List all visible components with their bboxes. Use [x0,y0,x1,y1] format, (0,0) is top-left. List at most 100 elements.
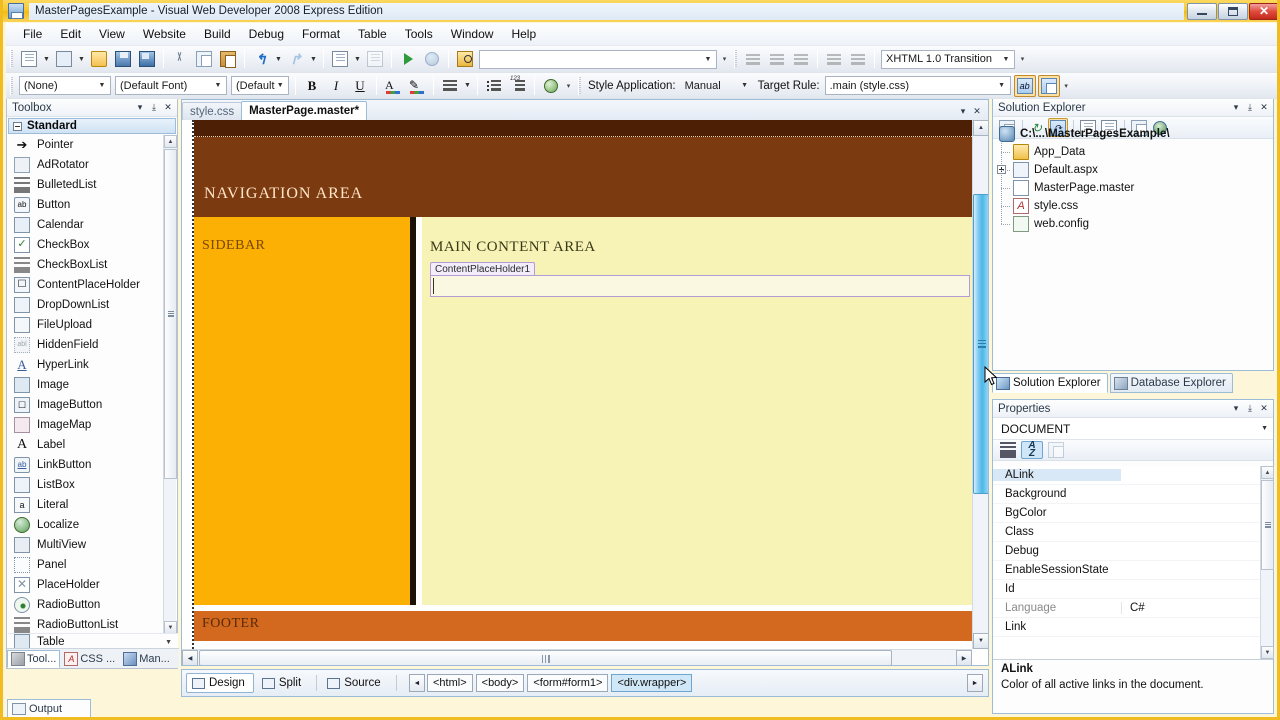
dock-tab-toolbox[interactable]: Tool... [7,650,61,668]
collapse-icon[interactable] [13,121,22,131]
scroll-right-icon[interactable]: ▶ [956,650,972,665]
menu-debug[interactable]: Debug [240,24,293,44]
add-new-item-caret-icon[interactable]: ▼ [76,48,87,70]
scroll-up-icon[interactable]: ▲ [1261,466,1274,479]
toolbox-item-hyperlink[interactable]: A HyperLink [8,355,166,375]
property-row-class[interactable]: Class [993,523,1273,542]
align-caret-icon[interactable]: ▼ [462,75,473,97]
formatting-toolbar-overflow[interactable]: ▾ [563,75,574,97]
toolbox-item-hiddenfield[interactable]: abl HiddenField [8,335,166,355]
toolbox-item-multiview[interactable]: MultiView [8,535,166,555]
standard-toolbar-overflow[interactable]: ▾ [719,48,730,70]
dock-tab-solution-explorer[interactable]: Solution Explorer [992,373,1108,393]
format-toolbar-grip[interactable] [734,50,737,68]
find-combo[interactable]: ▼ [479,49,717,69]
menu-view[interactable]: View [90,24,134,44]
toolbox-item-label[interactable]: A Label [8,435,166,455]
dock-tab-css-properties[interactable]: A CSS ... [60,650,119,668]
scroll-up-icon[interactable]: ▲ [164,135,177,148]
design-surface[interactable]: NAVIGATION AREA SIDEBAR MAIN CONTENT ARE… [182,120,988,665]
toolbox-item-bulletedlist[interactable]: BulletedList [8,175,166,195]
document-tab-style-css[interactable]: style.css [182,102,243,120]
sidebar-area-block[interactable]: SIDEBAR [194,217,416,605]
property-row-id[interactable]: Id [993,580,1273,599]
toolbox-item-panel[interactable]: Panel [8,555,166,575]
close-icon[interactable]: ✕ [970,104,984,118]
redo-button[interactable]: ↱ [285,48,307,70]
toolbox-item-dropdownlist[interactable]: DropDownList [8,295,166,315]
add-new-item-button[interactable] [53,48,75,70]
navigate-backward-button[interactable] [329,48,351,70]
tag-chip-div-wrapper[interactable]: <div.wrapper> [611,674,693,692]
close-icon[interactable]: ✕ [1257,402,1271,416]
justify-button[interactable] [823,48,845,70]
toolbox-item-literal[interactable]: a Literal [8,495,166,515]
toolbox-item-checkboxlist[interactable]: CheckBoxList [8,255,166,275]
target-rule-combo[interactable]: .main (style.css) ▼ [824,76,1011,95]
tag-chip-body[interactable]: <body> [475,674,525,692]
scroll-down-icon[interactable]: ▼ [1261,646,1274,659]
toolbox-item-button[interactable]: ab Button [8,195,166,215]
property-pages-button[interactable] [1045,441,1067,459]
style-application-combo[interactable]: Manual ▼ [681,76,753,95]
pin-icon[interactable]: ⤓ [1243,101,1257,115]
formatting-toolbar-grip[interactable] [10,76,13,95]
new-project-caret-icon[interactable]: ▼ [41,48,52,70]
dock-tab-database-explorer[interactable]: Database Explorer [1109,373,1233,393]
tag-nav-left-arrow-icon[interactable]: ◄ [409,674,425,692]
property-row-alink[interactable]: ALink [993,466,1273,485]
underline-button[interactable]: U [349,75,371,97]
view-in-browser-button[interactable] [421,48,443,70]
toolbox-item-image[interactable]: Image [8,375,166,395]
foreground-color-button[interactable]: A [382,75,404,97]
properties-scrollbar[interactable]: ▲ ▼ [1260,466,1274,659]
paste-button[interactable] [217,48,239,70]
menu-help[interactable]: Help [502,24,545,44]
attach-style-sheet-button[interactable] [1037,74,1060,97]
toolbox-scrollbar[interactable]: ▲ ▼ [163,135,177,634]
toolbox-item-fileupload[interactable]: FileUpload [8,315,166,335]
properties-object-selector[interactable]: DOCUMENT ▼ [993,418,1273,440]
bold-button[interactable]: B [301,75,323,97]
save-all-button[interactable] [136,48,158,70]
chevron-down-icon[interactable]: ▾ [1229,101,1243,115]
insert-hyperlink-button[interactable] [540,75,562,97]
design-canvas[interactable]: NAVIGATION AREA SIDEBAR MAIN CONTENT ARE… [182,120,972,649]
menu-tools[interactable]: Tools [396,24,442,44]
close-icon[interactable]: ✕ [161,101,175,115]
tag-chip-html[interactable]: <html> [427,674,473,692]
property-row-enablesessionstate[interactable]: EnableSessionState [993,561,1273,580]
redo-caret-icon[interactable]: ▼ [308,48,319,70]
document-tab-masterpage-master[interactable]: MasterPage.master* [241,101,368,120]
solution-item-style-css[interactable]: A style.css [999,197,1273,215]
format-toolbar-overflow[interactable]: ▾ [1017,48,1028,70]
menu-table[interactable]: Table [349,24,396,44]
view-button-source[interactable]: Source [321,673,389,693]
cut-button[interactable] [169,48,191,70]
navigation-area-block[interactable]: NAVIGATION AREA [194,137,972,217]
menu-window[interactable]: Window [442,24,503,44]
minimize-button[interactable] [1187,2,1217,20]
bulleted-list-button[interactable] [483,75,505,97]
toolbox-item-imagebutton[interactable]: ☐ ImageButton [8,395,166,415]
property-row-language[interactable]: Language C# [993,599,1273,618]
new-project-button[interactable] [18,48,40,70]
chevron-down-icon[interactable]: ▾ [1229,402,1243,416]
categorized-button[interactable] [997,441,1019,459]
numbered-list-button[interactable] [507,75,529,97]
menu-website[interactable]: Website [134,24,195,44]
contentplaceholder-region[interactable] [430,275,970,297]
copy-button[interactable] [193,48,215,70]
navigate-forward-button[interactable] [364,48,386,70]
indent-more-button[interactable] [790,48,812,70]
highlight-color-button[interactable]: ✎ [406,75,428,97]
close-button[interactable]: ✕ [1249,2,1277,20]
design-horizontal-scrollbar[interactable]: ◀ ▶ [182,649,972,665]
undo-caret-icon[interactable]: ▼ [273,48,284,70]
toolbox-item-checkbox[interactable]: ✓ CheckBox [8,235,166,255]
toolbox-group-standard[interactable]: Standard [8,118,176,134]
font-family-combo[interactable]: (Default Font) ▼ [115,76,227,95]
toolbox-item-placeholder[interactable]: ✕ PlaceHolder [8,575,166,595]
tag-chip-form[interactable]: <form#form1> [527,674,609,692]
property-value[interactable]: C# [1121,602,1273,614]
